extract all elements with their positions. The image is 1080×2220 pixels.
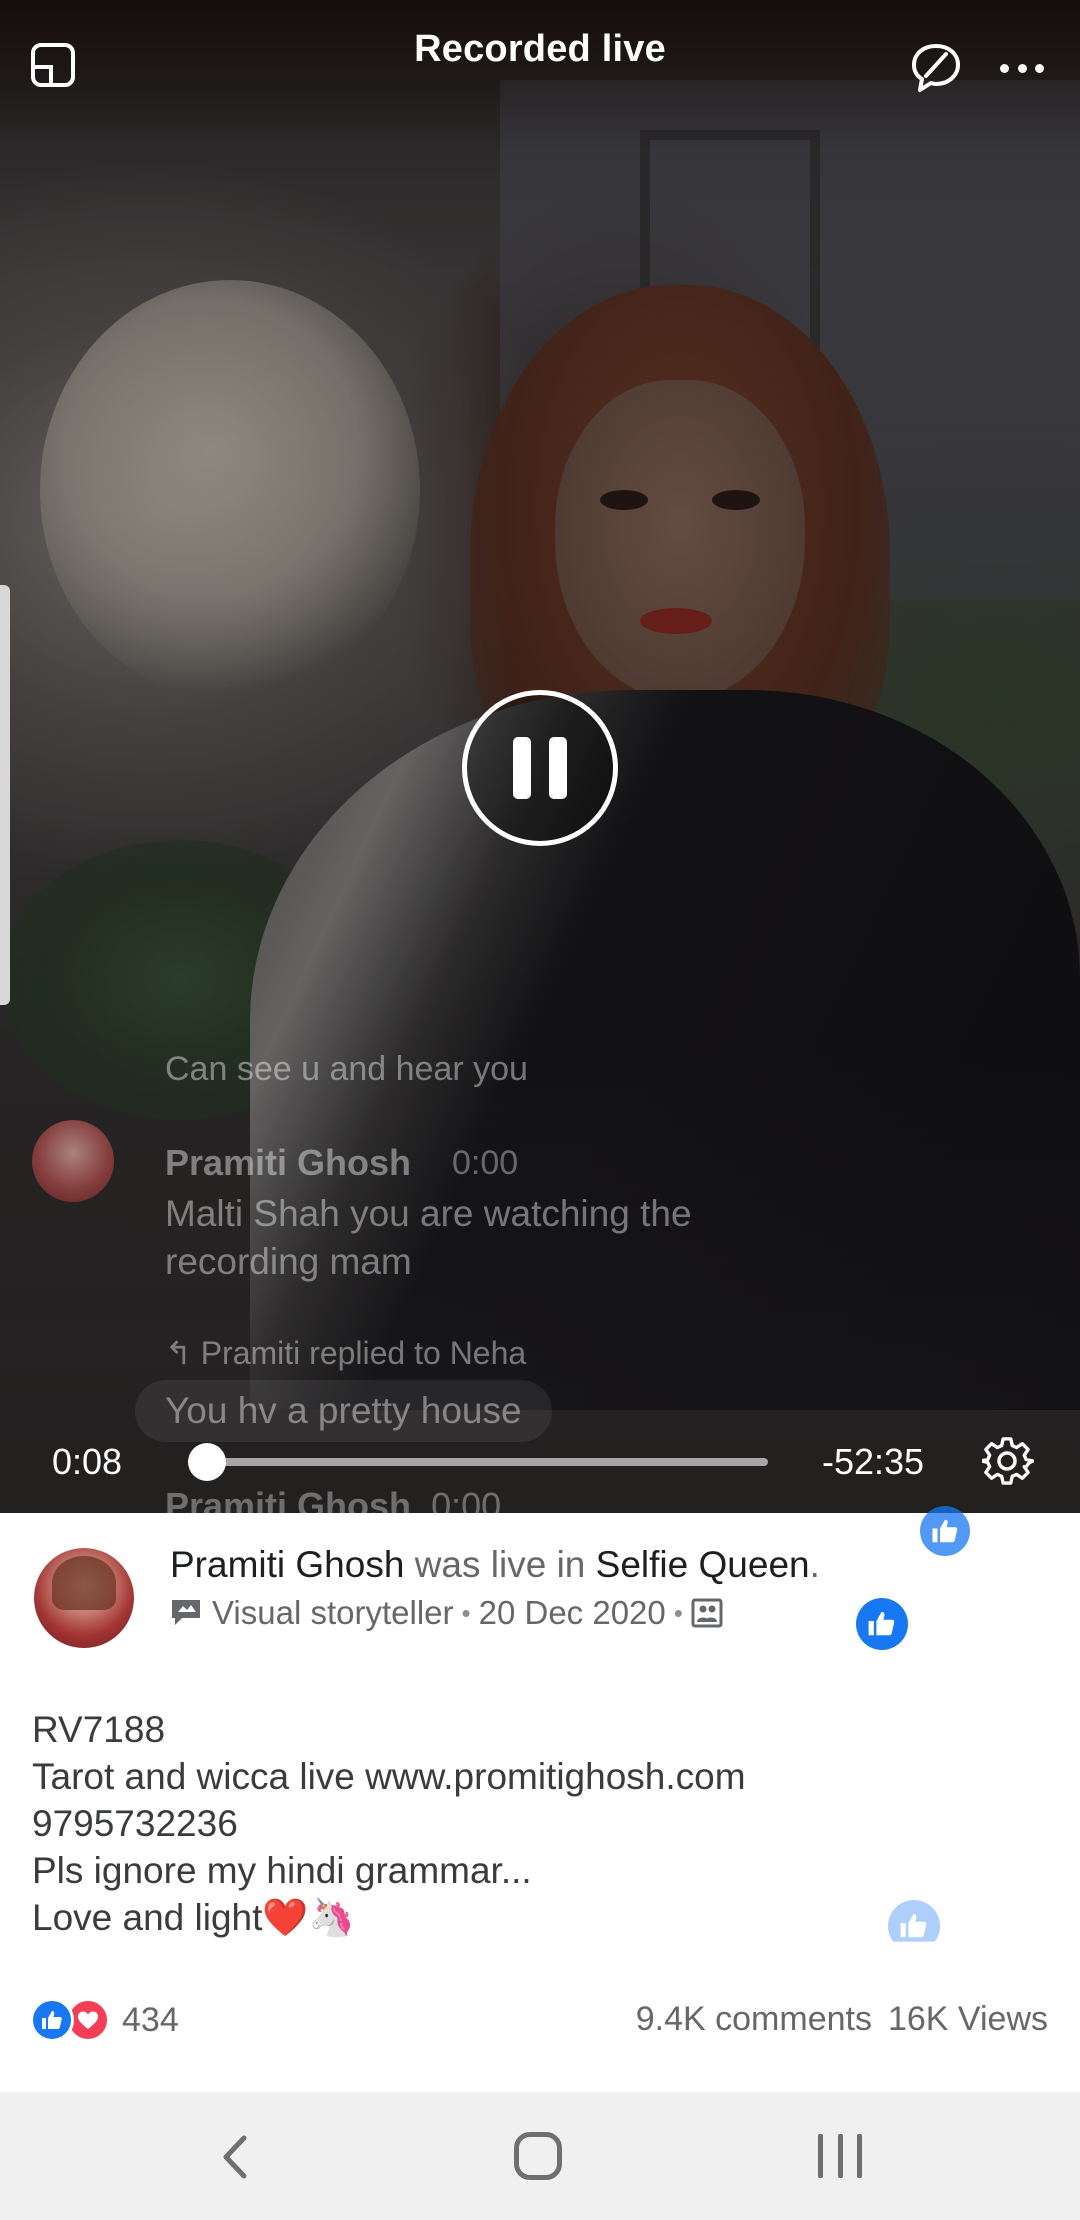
current-time: 0:08 [52,1441,123,1482]
post-header: Pramiti Ghosh was live in Selfie Queen. [170,1544,820,1586]
comments-count[interactable]: 9.4K comments [636,2000,872,2039]
post-body-line[interactable]: Tarot and wicca live www.promitighosh.co… [32,1753,932,1800]
like-icon [30,1998,74,2042]
post-date[interactable]: 20 Dec 2020 [479,1594,666,1632]
video-player[interactable]: Recorded live Can see u and hear you Pra… [0,0,1080,1513]
comment-text: Malti Shah you are watching the recordin… [165,1193,692,1282]
separator: • [673,1597,683,1628]
remaining-time: -52:35 [822,1441,925,1482]
recents-icon[interactable] [818,2134,862,2178]
system-nav-bar [0,2092,1080,2220]
comment-time[interactable]: 0:00 [452,1144,518,1183]
reaction-count: 434 [122,2000,179,2039]
audience-icon [691,1598,723,1628]
comment-author[interactable]: Pramiti Ghosh [165,1142,411,1184]
storyteller-icon [172,1600,200,1625]
post-group-link[interactable]: Selfie Queen [596,1544,810,1585]
home-icon[interactable] [514,2132,562,2180]
avatar[interactable] [34,1548,134,1648]
side-panel-handle[interactable] [0,585,10,1005]
post-action-text: was live in [414,1544,586,1585]
avatar-image [52,1556,116,1610]
comment-author-name: Pramiti Ghosh [165,1485,412,1513]
more-icon[interactable] [1000,50,1044,86]
reply-label-text: Pramiti replied to Neha [200,1335,527,1371]
seek-bar[interactable] [188,1443,768,1481]
pause-icon [549,737,567,799]
post-period: . [809,1544,820,1585]
badge-label[interactable]: Visual storyteller [212,1594,454,1632]
post-meta: Visual storyteller • 20 Dec 2020 • [168,1594,723,1632]
post-stats: 9.4K comments 16K Views [636,2000,1048,2039]
comment-author: Pramiti Ghosh 0:00 [165,1485,501,1513]
reactions-summary[interactable]: 434 [30,1998,179,2042]
gear-icon[interactable] [982,1436,1034,1488]
floating-like-icon [888,1900,940,1942]
separator: • [461,1597,471,1628]
post-body: RV7188 Tarot and wicca live www.promitig… [32,1706,932,1941]
post-body-line: Pls ignore my hindi grammar... [32,1850,532,1891]
comment-text: Can see u and hear you [165,1050,528,1088]
comment-bubble: You hv a pretty house [135,1380,552,1442]
reply-label: ↰ Pramiti replied to Neha [165,1335,527,1371]
comment-time: 0:00 [431,1485,502,1513]
avatar[interactable] [32,1120,114,1202]
post-body-line: RV7188 [32,1709,166,1750]
seek-bar-thumb[interactable] [188,1443,227,1481]
post-body-line: Love and light❤️🦄 [32,1897,355,1938]
floating-like-icon [920,1506,970,1556]
pause-icon [513,737,531,799]
floating-like-icon [856,1598,908,1650]
comments-off-icon[interactable] [910,42,962,94]
post-author-link[interactable]: Pramiti Ghosh [170,1544,404,1585]
back-icon[interactable] [214,2132,254,2182]
pause-button[interactable] [462,690,618,846]
views-count: 16K Views [887,2000,1048,2038]
post-body-line[interactable]: 9795732236 [32,1800,932,1847]
